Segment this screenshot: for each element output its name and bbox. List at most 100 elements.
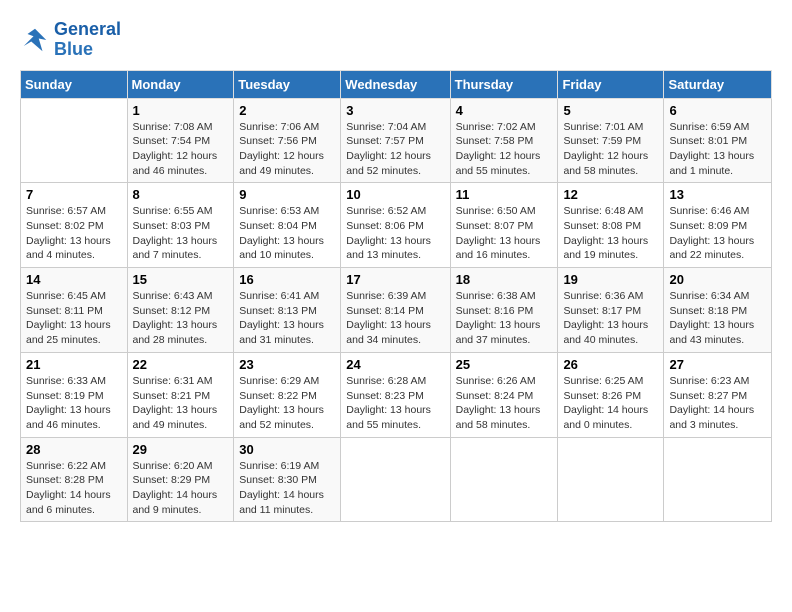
- day-info: Sunrise: 6:38 AMSunset: 8:16 PMDaylight:…: [456, 289, 553, 348]
- calendar-day-cell: 13 Sunrise: 6:46 AMSunset: 8:09 PMDayligh…: [664, 183, 772, 268]
- day-info: Sunrise: 6:52 AMSunset: 8:06 PMDaylight:…: [346, 204, 444, 263]
- day-info: Sunrise: 6:19 AMSunset: 8:30 PMDaylight:…: [239, 459, 335, 518]
- calendar-day-cell: 3 Sunrise: 7:04 AMSunset: 7:57 PMDaylight…: [341, 98, 450, 183]
- calendar-day-cell: [558, 437, 664, 522]
- day-info: Sunrise: 6:59 AMSunset: 8:01 PMDaylight:…: [669, 120, 766, 179]
- day-info: Sunrise: 6:26 AMSunset: 8:24 PMDaylight:…: [456, 374, 553, 433]
- day-info: Sunrise: 6:48 AMSunset: 8:08 PMDaylight:…: [563, 204, 658, 263]
- calendar-week-row: 21Sunrise: 6:33 AMSunset: 8:19 PMDayligh…: [21, 352, 772, 437]
- day-info: Sunrise: 6:23 AMSunset: 8:27 PMDaylight:…: [669, 374, 766, 433]
- day-info: Sunrise: 6:46 AMSunset: 8:09 PMDaylight:…: [669, 204, 766, 263]
- day-number: 13: [669, 187, 766, 202]
- calendar-week-row: 7Sunrise: 6:57 AMSunset: 8:02 PMDaylight…: [21, 183, 772, 268]
- day-info: Sunrise: 6:25 AMSunset: 8:26 PMDaylight:…: [563, 374, 658, 433]
- day-number: 6: [669, 103, 766, 118]
- calendar-day-cell: 18 Sunrise: 6:38 AMSunset: 8:16 PMDayligh…: [450, 268, 558, 353]
- calendar-day-cell: 20 Sunrise: 6:34 AMSunset: 8:18 PMDayligh…: [664, 268, 772, 353]
- calendar-day-cell: 22 Sunrise: 6:31 AMSunset: 8:21 PMDayligh…: [127, 352, 234, 437]
- calendar-day-cell: 12 Sunrise: 6:48 AMSunset: 8:08 PMDayligh…: [558, 183, 664, 268]
- day-of-week-header: Wednesday: [341, 70, 450, 98]
- day-info: Sunrise: 6:55 AMSunset: 8:03 PMDaylight:…: [133, 204, 229, 263]
- day-info: Sunrise: 6:45 AMSunset: 8:11 PMDaylight:…: [26, 289, 122, 348]
- day-info: Sunrise: 6:43 AMSunset: 8:12 PMDaylight:…: [133, 289, 229, 348]
- day-number: 28: [26, 442, 122, 457]
- calendar-day-cell: 19Sunrise: 6:36 AMSunset: 8:17 PMDayligh…: [558, 268, 664, 353]
- day-number: 2: [239, 103, 335, 118]
- day-info: Sunrise: 6:33 AMSunset: 8:19 PMDaylight:…: [26, 374, 122, 433]
- day-number: 22: [133, 357, 229, 372]
- day-number: 26: [563, 357, 658, 372]
- calendar-day-cell: 9 Sunrise: 6:53 AMSunset: 8:04 PMDaylight…: [234, 183, 341, 268]
- logo-icon: [20, 25, 50, 55]
- calendar-week-row: 28 Sunrise: 6:22 AMSunset: 8:28 PMDayligh…: [21, 437, 772, 522]
- calendar-day-cell: [341, 437, 450, 522]
- day-info: Sunrise: 7:08 AMSunset: 7:54 PMDaylight:…: [133, 120, 229, 179]
- day-number: 5: [563, 103, 658, 118]
- calendar-day-cell: 30 Sunrise: 6:19 AMSunset: 8:30 PMDayligh…: [234, 437, 341, 522]
- calendar-day-cell: 29Sunrise: 6:20 AMSunset: 8:29 PMDayligh…: [127, 437, 234, 522]
- calendar-day-cell: [450, 437, 558, 522]
- calendar-day-cell: 27 Sunrise: 6:23 AMSunset: 8:27 PMDayligh…: [664, 352, 772, 437]
- day-number: 12: [563, 187, 658, 202]
- day-number: 20: [669, 272, 766, 287]
- day-of-week-header: Thursday: [450, 70, 558, 98]
- day-number: 29: [133, 442, 229, 457]
- day-info: Sunrise: 6:34 AMSunset: 8:18 PMDaylight:…: [669, 289, 766, 348]
- calendar-day-cell: 8 Sunrise: 6:55 AMSunset: 8:03 PMDaylight…: [127, 183, 234, 268]
- calendar-day-cell: 5 Sunrise: 7:01 AMSunset: 7:59 PMDaylight…: [558, 98, 664, 183]
- day-number: 25: [456, 357, 553, 372]
- day-number: 14: [26, 272, 122, 287]
- logo: General Blue: [20, 20, 121, 60]
- day-number: 9: [239, 187, 335, 202]
- day-info: Sunrise: 7:06 AMSunset: 7:56 PMDaylight:…: [239, 120, 335, 179]
- calendar-day-cell: 7Sunrise: 6:57 AMSunset: 8:02 PMDaylight…: [21, 183, 128, 268]
- calendar-day-cell: [21, 98, 128, 183]
- day-info: Sunrise: 6:41 AMSunset: 8:13 PMDaylight:…: [239, 289, 335, 348]
- day-of-week-header: Saturday: [664, 70, 772, 98]
- day-number: 4: [456, 103, 553, 118]
- logo-text: General Blue: [54, 20, 121, 60]
- calendar-day-cell: 4 Sunrise: 7:02 AMSunset: 7:58 PMDaylight…: [450, 98, 558, 183]
- calendar-day-cell: 17Sunrise: 6:39 AMSunset: 8:14 PMDayligh…: [341, 268, 450, 353]
- day-info: Sunrise: 6:28 AMSunset: 8:23 PMDaylight:…: [346, 374, 444, 433]
- day-number: 1: [133, 103, 229, 118]
- calendar-day-cell: 26 Sunrise: 6:25 AMSunset: 8:26 PMDayligh…: [558, 352, 664, 437]
- day-number: 16: [239, 272, 335, 287]
- calendar-day-cell: 16 Sunrise: 6:41 AMSunset: 8:13 PMDayligh…: [234, 268, 341, 353]
- calendar-day-cell: 14 Sunrise: 6:45 AMSunset: 8:11 PMDayligh…: [21, 268, 128, 353]
- calendar-header-row: SundayMondayTuesdayWednesdayThursdayFrid…: [21, 70, 772, 98]
- day-number: 3: [346, 103, 444, 118]
- day-number: 8: [133, 187, 229, 202]
- calendar-week-row: 14 Sunrise: 6:45 AMSunset: 8:11 PMDayligh…: [21, 268, 772, 353]
- day-number: 10: [346, 187, 444, 202]
- day-number: 15: [133, 272, 229, 287]
- day-of-week-header: Friday: [558, 70, 664, 98]
- calendar-day-cell: 15 Sunrise: 6:43 AMSunset: 8:12 PMDayligh…: [127, 268, 234, 353]
- calendar-day-cell: 28 Sunrise: 6:22 AMSunset: 8:28 PMDayligh…: [21, 437, 128, 522]
- day-number: 27: [669, 357, 766, 372]
- calendar-day-cell: 23 Sunrise: 6:29 AMSunset: 8:22 PMDayligh…: [234, 352, 341, 437]
- day-of-week-header: Tuesday: [234, 70, 341, 98]
- calendar-day-cell: 11 Sunrise: 6:50 AMSunset: 8:07 PMDayligh…: [450, 183, 558, 268]
- day-number: 19: [563, 272, 658, 287]
- day-of-week-header: Sunday: [21, 70, 128, 98]
- day-info: Sunrise: 6:57 AMSunset: 8:02 PMDaylight:…: [26, 204, 122, 263]
- page-header: General Blue: [20, 20, 772, 60]
- day-number: 11: [456, 187, 553, 202]
- day-info: Sunrise: 6:22 AMSunset: 8:28 PMDaylight:…: [26, 459, 122, 518]
- day-info: Sunrise: 6:53 AMSunset: 8:04 PMDaylight:…: [239, 204, 335, 263]
- day-info: Sunrise: 7:04 AMSunset: 7:57 PMDaylight:…: [346, 120, 444, 179]
- calendar-day-cell: 24 Sunrise: 6:28 AMSunset: 8:23 PMDayligh…: [341, 352, 450, 437]
- day-info: Sunrise: 6:39 AMSunset: 8:14 PMDaylight:…: [346, 289, 444, 348]
- day-info: Sunrise: 7:02 AMSunset: 7:58 PMDaylight:…: [456, 120, 553, 179]
- day-number: 30: [239, 442, 335, 457]
- day-info: Sunrise: 6:50 AMSunset: 8:07 PMDaylight:…: [456, 204, 553, 263]
- calendar-day-cell: 21Sunrise: 6:33 AMSunset: 8:19 PMDayligh…: [21, 352, 128, 437]
- day-number: 23: [239, 357, 335, 372]
- day-number: 24: [346, 357, 444, 372]
- day-number: 18: [456, 272, 553, 287]
- calendar-day-cell: 6 Sunrise: 6:59 AMSunset: 8:01 PMDaylight…: [664, 98, 772, 183]
- day-info: Sunrise: 6:29 AMSunset: 8:22 PMDaylight:…: [239, 374, 335, 433]
- day-info: Sunrise: 6:31 AMSunset: 8:21 PMDaylight:…: [133, 374, 229, 433]
- day-info: Sunrise: 7:01 AMSunset: 7:59 PMDaylight:…: [563, 120, 658, 179]
